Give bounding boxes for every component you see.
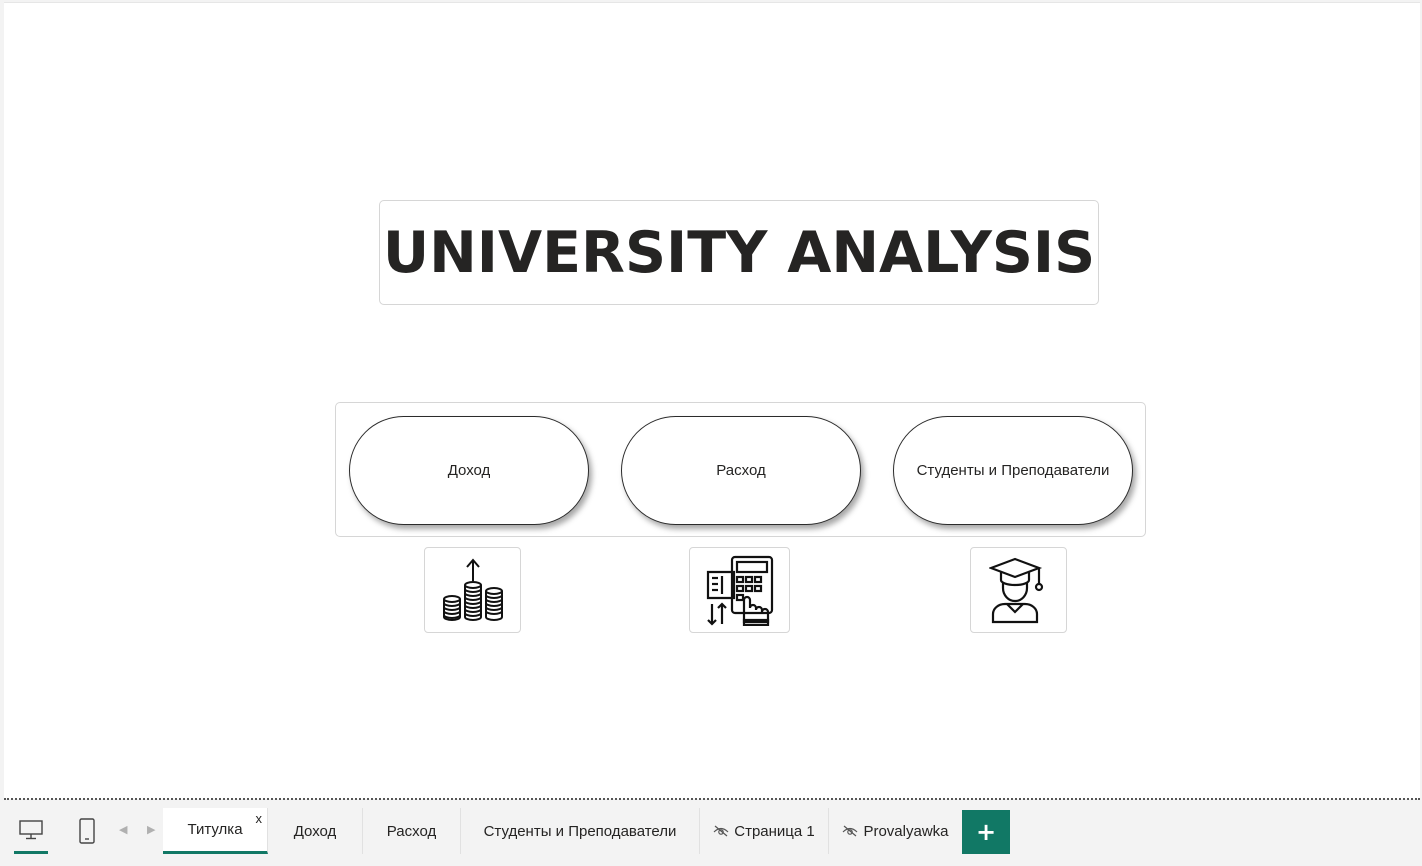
calculator-receipt-icon[interactable]	[689, 547, 790, 633]
tab-titulka[interactable]: Титулка x	[163, 808, 268, 854]
scroll-left-arrow-icon[interactable]: ◀	[119, 823, 127, 836]
tab-expense[interactable]: Расход	[363, 808, 461, 854]
nav-button-label: Студенты и Преподаватели	[916, 462, 1110, 479]
nav-button-income[interactable]: Доход	[349, 416, 589, 525]
tab-label: Provalyawka	[863, 822, 949, 840]
tab-provalyawka[interactable]: Provalyawka	[829, 808, 962, 854]
canvas-bottom-border	[4, 798, 1420, 800]
tab-label: Студенты и Преподаватели	[483, 822, 677, 840]
tab-income[interactable]: Доход	[268, 808, 363, 854]
add-page-button[interactable]: +	[962, 810, 1010, 854]
hidden-eye-icon	[713, 825, 729, 837]
nav-button-label: Доход	[447, 462, 491, 479]
nav-button-label: Расход	[716, 462, 766, 479]
nav-button-expense[interactable]: Расход	[621, 416, 861, 525]
tab-page-1[interactable]: Страница 1	[700, 808, 829, 854]
scroll-right-arrow-icon[interactable]: ▶	[147, 823, 155, 836]
desktop-view-icon[interactable]	[14, 808, 48, 854]
report-canvas: UNIVERSITY ANALYSIS Доход Расход Студент…	[4, 2, 1420, 799]
page-title: UNIVERSITY ANALYSIS	[382, 219, 1096, 286]
tab-students-teachers[interactable]: Студенты и Преподаватели	[461, 808, 700, 854]
navigation-button-group: Доход Расход Студенты и Преподаватели	[335, 402, 1146, 537]
plus-icon: +	[975, 818, 997, 846]
nav-button-students-teachers[interactable]: Студенты и Преподаватели	[893, 416, 1133, 525]
tab-label: Доход	[293, 822, 337, 840]
hidden-eye-icon	[842, 825, 858, 837]
page-tab-bar: ◀ ▶ Титулка x Доход Расход Студенты и Пр…	[0, 808, 1422, 854]
mobile-view-icon[interactable]	[74, 808, 100, 854]
title-textbox[interactable]: UNIVERSITY ANALYSIS	[379, 200, 1099, 305]
coins-growth-icon[interactable]	[424, 547, 521, 633]
tab-label: Расход	[386, 822, 437, 840]
graduate-student-icon[interactable]	[970, 547, 1067, 633]
tab-label: Титулка	[187, 821, 243, 838]
close-icon[interactable]: x	[256, 812, 263, 825]
tab-label: Страница 1	[734, 822, 815, 840]
